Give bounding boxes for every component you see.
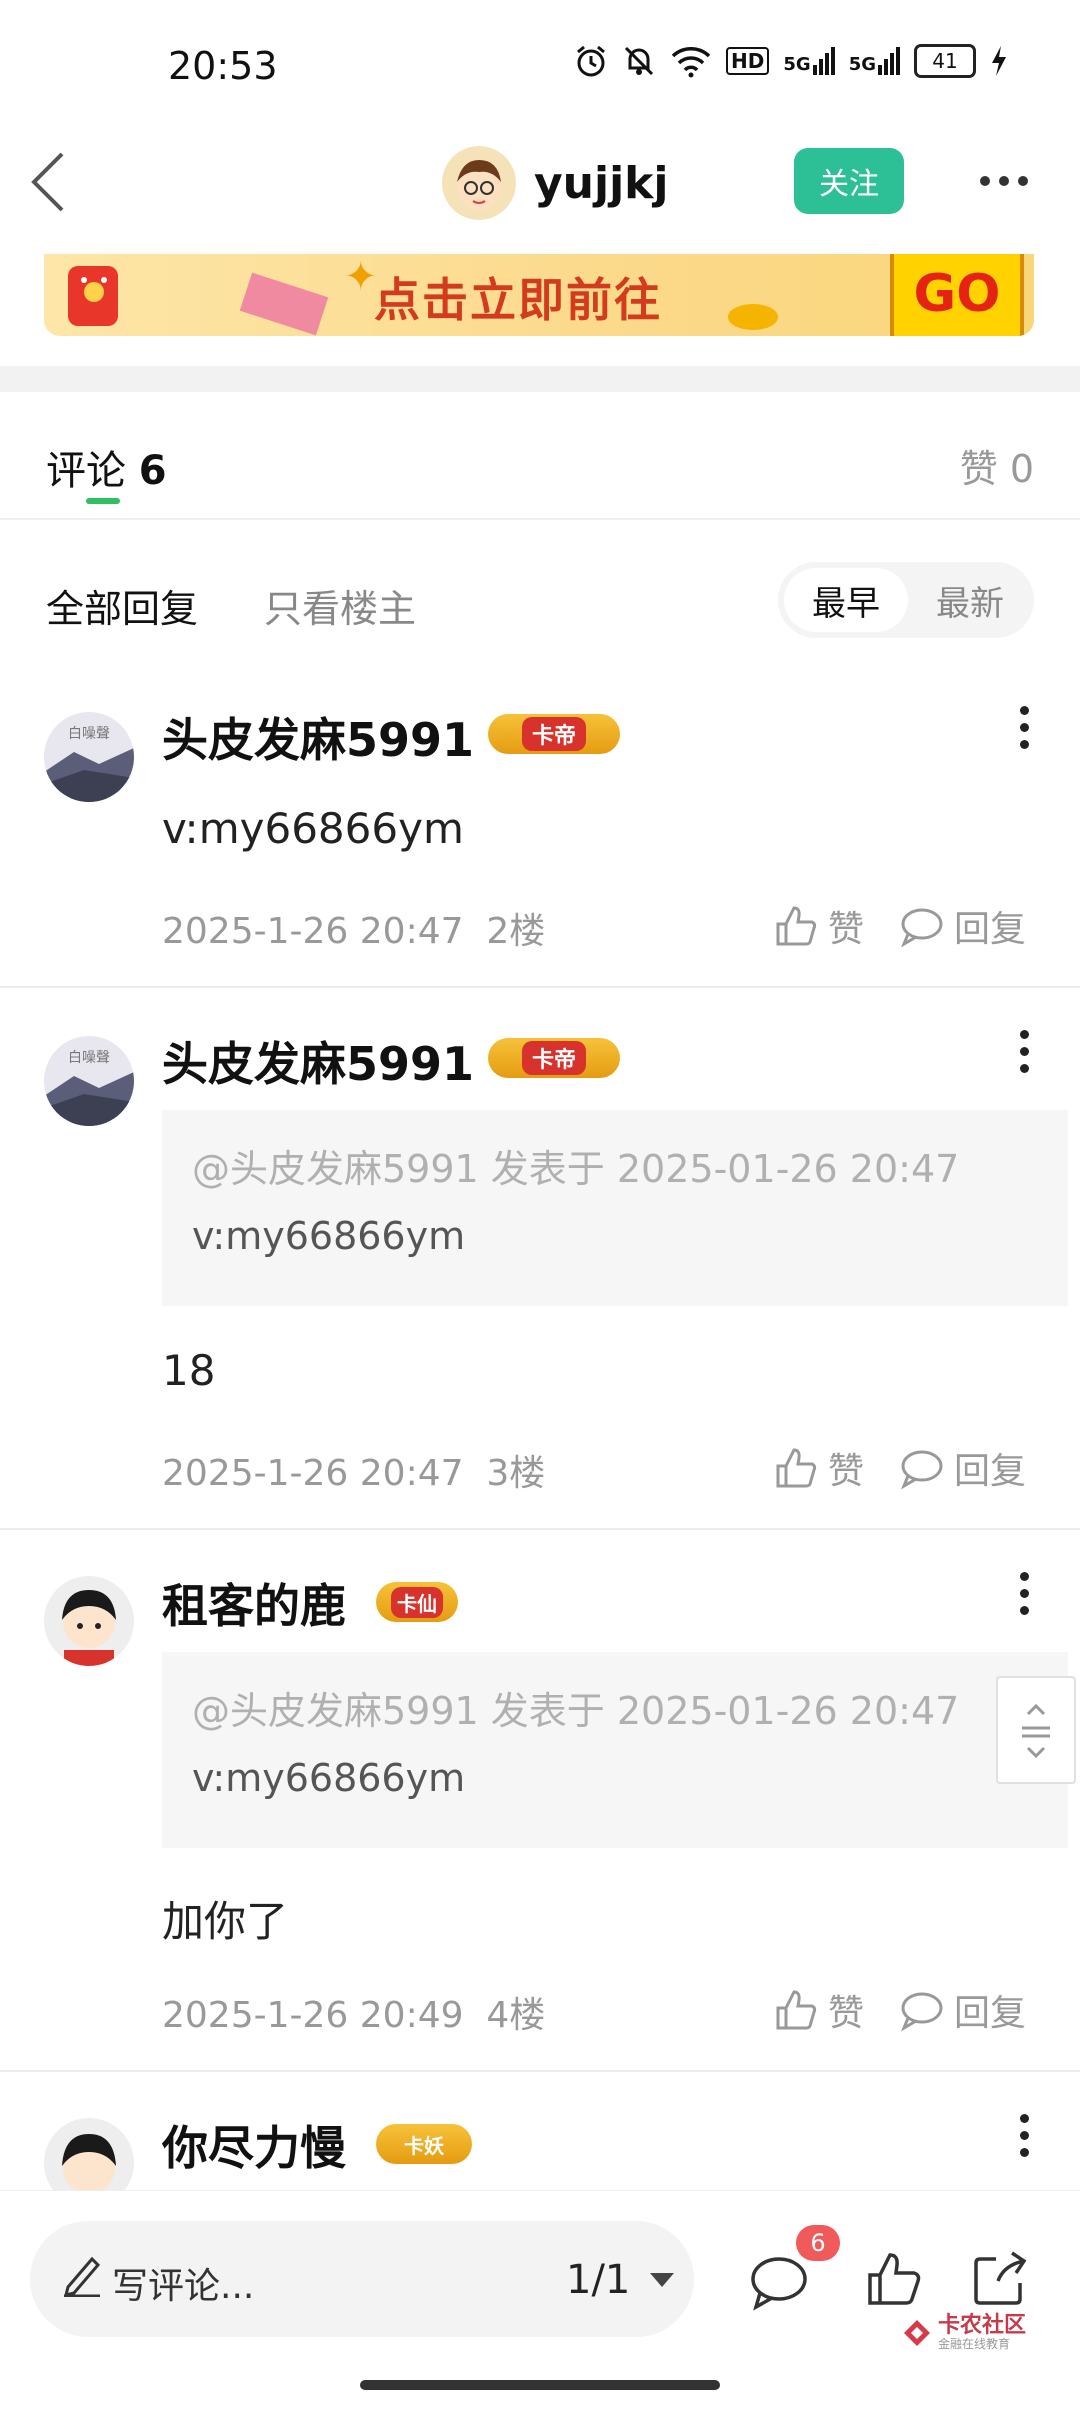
write-comment-input[interactable]: 写评论... 1/1 <box>30 2221 694 2337</box>
alarm-icon <box>577 45 605 77</box>
mountain-avatar-icon: 白噪聲 <box>44 712 134 802</box>
reply-button[interactable]: 回复 <box>900 900 1026 952</box>
promo-banner[interactable]: ✦ 点击立即前往 GO <box>44 254 1034 336</box>
commenter-name[interactable]: 头皮发麻5991 <box>162 1028 474 1094</box>
speech-bubble-icon <box>900 908 943 948</box>
watermark-logo: 卡农社区 金融在线教育 <box>902 2313 1026 2351</box>
quote-meta: @头皮发麻5991 发表于 2025-01-26 20:47 <box>192 1147 960 1191</box>
red-envelope-mascot-icon <box>68 266 118 326</box>
wifi-icon <box>671 47 711 78</box>
pencil-icon <box>63 2256 101 2297</box>
like-button[interactable]: 赞 <box>774 1442 864 1494</box>
share-icon[interactable] <box>970 2249 1030 2309</box>
scroll-handle[interactable] <box>996 1676 1076 1784</box>
like-button[interactable]: 赞 <box>774 900 864 952</box>
page-indicator[interactable]: 1/1 <box>566 2257 630 2303</box>
signal-5g-icon: 5G <box>783 47 835 75</box>
level-badge: 卡仙 <box>376 1582 458 1622</box>
author-avatar[interactable] <box>442 146 516 220</box>
thumbs-up-icon <box>776 906 817 946</box>
thumbs-up-icon <box>776 1448 817 1488</box>
commenter-name[interactable]: 头皮发麻5991 <box>162 704 474 770</box>
active-tab-indicator <box>86 498 120 504</box>
comment-more-icon[interactable] <box>1020 706 1032 749</box>
level-badge: 卡帝 <box>488 714 620 754</box>
hd-icon: HD <box>726 47 770 75</box>
commenter-name[interactable]: 你尽力慢 <box>162 2112 346 2178</box>
comment-meta: 2025-1-26 20:47 2楼 <box>162 911 546 952</box>
brand-logo-icon <box>904 2319 930 2346</box>
tab-comments[interactable]: 评论 6 <box>46 438 167 496</box>
speech-bubble-icon <box>900 1450 943 1490</box>
dropdown-caret-icon[interactable] <box>650 2273 674 2287</box>
avatar[interactable] <box>44 1576 134 1666</box>
mountain-avatar-icon: 白噪聲 <box>44 1036 134 1126</box>
comment-meta: 2025-1-26 20:47 3楼 <box>162 1453 546 1494</box>
level-badge: 卡妖 <box>376 2124 472 2164</box>
svg-text:白噪聲: 白噪聲 <box>68 725 110 742</box>
comments-icon[interactable] <box>748 2253 810 2311</box>
filter-op-only[interactable]: 只看楼主 <box>264 578 416 633</box>
cartoon-girl-avatar-icon <box>44 1576 134 1666</box>
thumbs-up-icon <box>776 1990 817 2030</box>
comment-text: v:my66866ym <box>162 804 464 853</box>
drag-handle-icon <box>1022 1703 1050 1759</box>
comment-separator <box>0 2070 1080 2072</box>
comment-more-icon[interactable] <box>1020 1030 1032 1073</box>
more-options-icon[interactable] <box>980 176 1028 186</box>
back-arrow-icon[interactable] <box>26 150 72 214</box>
author-name[interactable]: yujjkj <box>534 158 669 209</box>
comment-text: 18 <box>162 1346 216 1395</box>
avatar[interactable]: 白噪聲 <box>44 712 134 802</box>
reply-button[interactable]: 回复 <box>900 1984 1026 2036</box>
comment-more-icon[interactable] <box>1020 2114 1032 2157</box>
cartoon-face-icon <box>457 160 501 210</box>
status-icons: HD 5G 5G 41 <box>574 44 1008 78</box>
follow-button[interactable]: 关注 <box>794 148 904 214</box>
bell-muted-icon <box>624 46 654 76</box>
coin-decoration <box>728 304 778 330</box>
divider <box>0 518 1080 520</box>
filter-all-replies[interactable]: 全部回复 <box>46 578 198 633</box>
quote-meta: @头皮发麻5991 发表于 2025-01-26 20:47 <box>192 1689 960 1733</box>
home-indicator[interactable] <box>360 2380 720 2390</box>
thumbs-up-icon[interactable] <box>866 2251 922 2307</box>
tab-likes[interactable]: 赞 0 <box>960 438 1034 493</box>
quoted-comment[interactable]: @头皮发麻5991 发表于 2025-01-26 20:47 v:my66866… <box>162 1652 1068 1848</box>
avatar[interactable]: 白噪聲 <box>44 1036 134 1126</box>
banner-go-button[interactable]: GO <box>890 254 1024 336</box>
quoted-comment[interactable]: @头皮发麻5991 发表于 2025-01-26 20:47 v:my66866… <box>162 1110 1068 1306</box>
charging-icon <box>992 46 1006 76</box>
comment-separator <box>0 1528 1080 1530</box>
sort-toggle: 最早 最新 <box>778 562 1034 638</box>
signal-5g-icon: 5G <box>849 47 900 75</box>
quote-text: v:my66866ym <box>192 1756 466 1800</box>
comment-meta: 2025-1-26 20:49 4楼 <box>162 1995 546 2036</box>
speech-bubble-icon <box>900 1992 943 2032</box>
status-time: 20:53 <box>168 44 278 88</box>
banner-text: 点击立即前往 <box>374 273 662 327</box>
comment-text: 加你了 <box>162 1897 289 1946</box>
sort-newest-button[interactable]: 最新 <box>908 568 1032 632</box>
comment-more-icon[interactable] <box>1020 1572 1032 1615</box>
comment-count-badge: 6 <box>796 2225 840 2261</box>
comment-separator <box>0 986 1080 988</box>
battery-icon: 41 <box>914 44 976 78</box>
sort-earliest-button[interactable]: 最早 <box>784 568 908 632</box>
quote-text: v:my66866ym <box>192 1214 466 1258</box>
sparkle-icon: ✦ <box>344 254 378 300</box>
like-button[interactable]: 赞 <box>774 1984 864 2036</box>
reply-button[interactable]: 回复 <box>900 1442 1026 1494</box>
svg-text:白噪聲: 白噪聲 <box>68 1049 110 1066</box>
commenter-name[interactable]: 租客的鹿 <box>162 1570 346 1636</box>
write-comment-placeholder: 写评论... <box>112 2266 255 2307</box>
level-badge: 卡帝 <box>488 1038 620 1078</box>
red-packet-decoration <box>239 272 329 336</box>
section-divider <box>0 366 1080 392</box>
